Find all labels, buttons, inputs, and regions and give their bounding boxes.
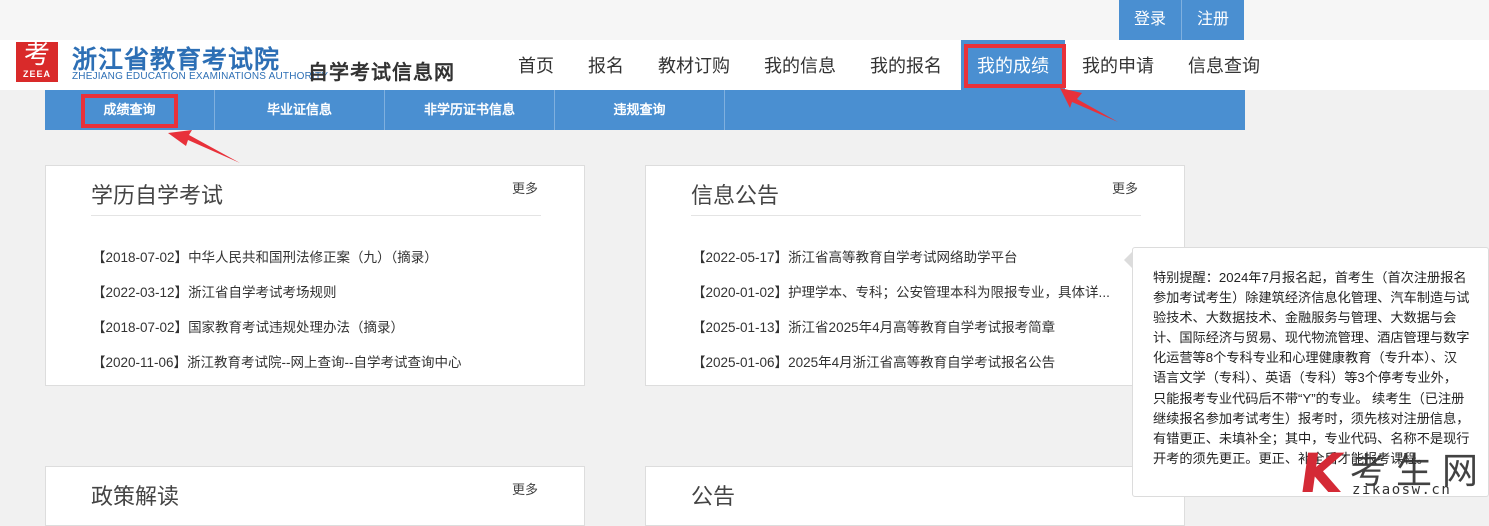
news-date: 【2025-01-06】 bbox=[692, 355, 789, 370]
notice-pointer bbox=[1124, 252, 1132, 268]
subnav-score-query[interactable]: 成绩查询 bbox=[45, 90, 215, 130]
news-item[interactable]: 【2022-05-17】浙江省高等教育自学考试网络助学平台 bbox=[692, 246, 1130, 266]
news-date: 【2022-03-12】 bbox=[92, 285, 189, 300]
logo-name-en: ZHEJIANG EDUCATION EXAMINATIONS AUTHORIT… bbox=[72, 71, 329, 82]
nav-my-registration[interactable]: 我的报名 bbox=[870, 40, 942, 90]
more-link[interactable]: 更多 bbox=[1112, 178, 1138, 197]
panel-title: 学历自学考试 bbox=[91, 183, 224, 208]
news-item[interactable]: 【2022-03-12】浙江省自学考试考场规则 bbox=[92, 281, 562, 301]
more-link[interactable]: 更多 bbox=[512, 178, 538, 197]
news-date: 【2022-05-17】 bbox=[692, 250, 789, 265]
sub-nav: 成绩查询 毕业证信息 非学历证书信息 违规查询 bbox=[45, 90, 1245, 130]
news-date: 【2020-11-06】 bbox=[92, 355, 188, 370]
nav-info-query[interactable]: 信息查询 bbox=[1188, 40, 1260, 90]
panel-title: 信息公告 bbox=[691, 183, 780, 208]
news-date: 【2025-01-13】 bbox=[692, 320, 789, 335]
register-button[interactable]: 注册 bbox=[1182, 0, 1244, 40]
news-title: 浙江省2025年4月高等教育自学考试报考简章 bbox=[788, 320, 1056, 335]
more-link[interactable]: 更多 bbox=[512, 479, 538, 498]
divider bbox=[691, 215, 1141, 216]
subnav-diploma-info[interactable]: 毕业证信息 bbox=[215, 90, 385, 130]
news-date: 【2018-07-02】 bbox=[92, 250, 189, 265]
panel-title: 政策解读 bbox=[91, 484, 180, 509]
panel-policy-interpretation: 政策解读 更多 bbox=[45, 466, 585, 526]
news-title: 浙江省自学考试考场规则 bbox=[188, 285, 337, 300]
panel-self-study-exam: 学历自学考试 更多 【2018-07-02】中华人民共和国刑法修正案（九）（摘录… bbox=[45, 165, 585, 386]
logo-abbr: ZEEA bbox=[22, 69, 51, 79]
zeea-logo-icon[interactable]: 考 ZEEA bbox=[16, 40, 58, 82]
nav-textbook-order[interactable]: 教材订购 bbox=[658, 40, 730, 90]
divider bbox=[91, 215, 541, 216]
nav-home[interactable]: 首页 bbox=[518, 40, 554, 90]
subnav-non-degree-cert[interactable]: 非学历证书信息 bbox=[385, 90, 555, 130]
news-title: 2025年4月浙江省高等教育自学考试报名公告 bbox=[788, 355, 1056, 370]
news-item[interactable]: 【2025-01-06】2025年4月浙江省高等教育自学考试报名公告 bbox=[692, 351, 1130, 371]
news-title: 浙江省高等教育自学考试网络助学平台 bbox=[788, 250, 1018, 265]
special-notice-popup: 特别提醒：2024年7月报名起，首考生（首次注册报名参加考试考生）除建筑经济信息… bbox=[1132, 247, 1489, 497]
site-name: 自学考试信息网 bbox=[308, 62, 455, 84]
news-title: 护理学本、专科；公安管理本科为限报专业，具体详... bbox=[788, 285, 1110, 300]
news-title: 中华人民共和国刑法修正案（九）（摘录） bbox=[188, 250, 438, 265]
nav-register[interactable]: 报名 bbox=[588, 40, 624, 90]
news-date: 【2018-07-02】 bbox=[92, 320, 189, 335]
login-button[interactable]: 登录 bbox=[1119, 0, 1181, 40]
news-date: 【2020-01-02】 bbox=[692, 285, 789, 300]
top-bar bbox=[0, 0, 1489, 40]
news-title: 浙江教育考试院--网上查询--自学考试查询中心 bbox=[187, 355, 462, 370]
subnav-violation-query[interactable]: 违规查询 bbox=[555, 90, 725, 130]
nav-my-info[interactable]: 我的信息 bbox=[764, 40, 836, 90]
panel-announcement: 公告 bbox=[645, 466, 1185, 526]
panel-title: 公告 bbox=[691, 484, 736, 509]
news-item[interactable]: 【2025-01-13】浙江省2025年4月高等教育自学考试报考简章 bbox=[692, 316, 1130, 336]
nav-my-scores[interactable]: 我的成绩 bbox=[961, 40, 1065, 90]
news-title: 国家教育考试违规处理办法（摘录） bbox=[188, 320, 405, 335]
arrow-icon bbox=[168, 130, 240, 163]
news-item[interactable]: 【2018-07-02】国家教育考试违规处理办法（摘录） bbox=[92, 316, 562, 336]
notice-text: 特别提醒：2024年7月报名起，首考生（首次注册报名参加考试考生）除建筑经济信息… bbox=[1153, 270, 1470, 466]
news-item[interactable]: 【2020-01-02】护理学本、专科；公安管理本科为限报专业，具体详... bbox=[692, 281, 1130, 301]
nav-my-applications[interactable]: 我的申请 bbox=[1082, 40, 1154, 90]
panel-info-announcements: 信息公告 更多 【2022-05-17】浙江省高等教育自学考试网络助学平台 【2… bbox=[645, 165, 1185, 386]
news-item[interactable]: 【2018-07-02】中华人民共和国刑法修正案（九）（摘录） bbox=[92, 246, 562, 266]
news-item[interactable]: 【2020-11-06】浙江教育考试院--网上查询--自学考试查询中心 bbox=[92, 351, 562, 371]
logo-glyph: 考 bbox=[23, 40, 50, 70]
